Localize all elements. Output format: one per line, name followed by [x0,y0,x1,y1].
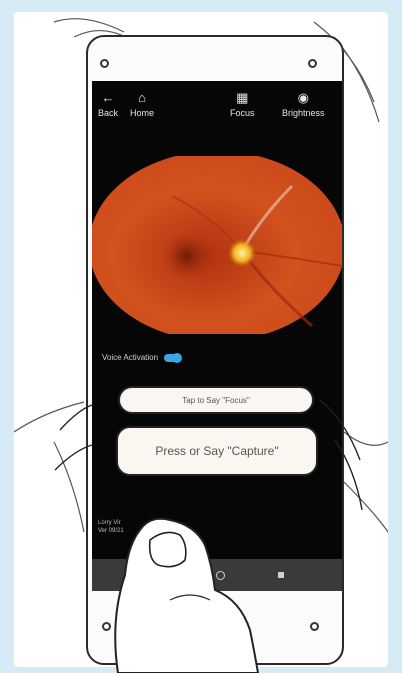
hand-illustration [54,399,363,673]
